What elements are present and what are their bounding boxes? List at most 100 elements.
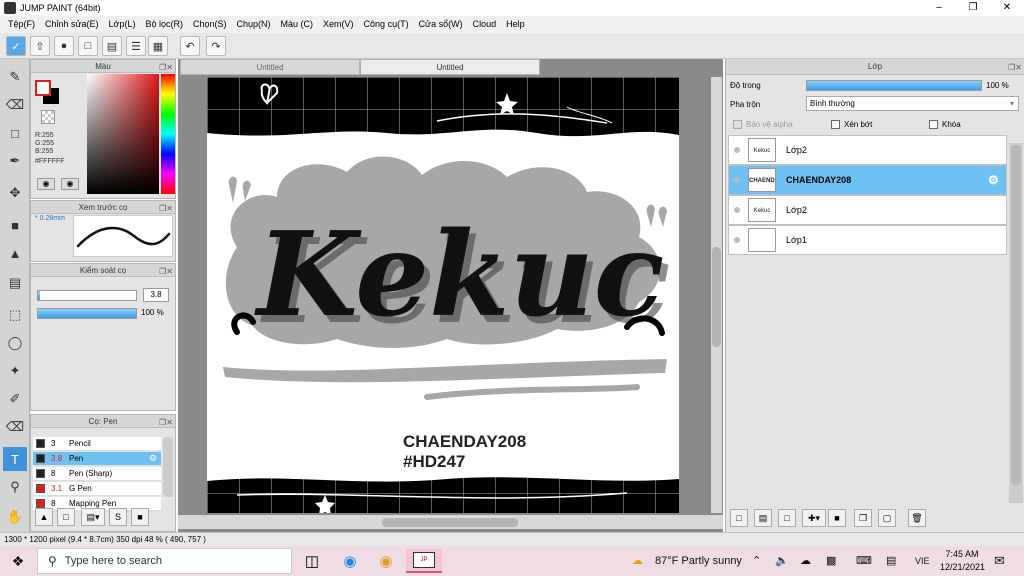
menu-select[interactable]: Chọn(S) (188, 16, 232, 33)
panel-controls-icon[interactable]: ❐✕ (159, 61, 173, 74)
delete-layer-icon[interactable]: 🗑 (908, 509, 926, 527)
magic-pen-tool-icon[interactable]: ✒ (3, 149, 27, 173)
layer-visibility-icon[interactable] (734, 237, 740, 243)
cloud-icon[interactable]: ☁ (800, 546, 811, 576)
select-rect-tool-icon[interactable]: □ (3, 121, 27, 145)
panel-controls-icon[interactable]: ❐✕ (159, 202, 173, 215)
selection-tool-icon[interactable]: ⬚ (3, 303, 27, 327)
layer-visibility-icon[interactable] (734, 147, 740, 153)
weather-icon[interactable]: ☁ (632, 546, 643, 576)
panel-controls-icon[interactable]: ❐✕ (159, 265, 173, 278)
edge-browser-icon[interactable]: ◉ (332, 549, 368, 573)
canvas-vertical-scrollbar[interactable] (711, 77, 722, 513)
new-text-layer-icon[interactable]: □ (778, 509, 796, 527)
layer-row[interactable]: Lớp1 (728, 225, 1007, 255)
new-raster-layer-icon[interactable]: ▤ (754, 509, 772, 527)
brush-tool-icon[interactable]: ✎ (3, 65, 27, 89)
magic-wand-tool-icon[interactable]: ✦ (3, 359, 27, 383)
bucket-tool-icon[interactable]: ▲ (3, 241, 27, 265)
maximize-button[interactable]: ❐ (956, 0, 990, 16)
hue-slider[interactable] (161, 74, 175, 194)
move-tool-icon[interactable]: ✥ (3, 181, 27, 205)
canvas-horizontal-scrollbar[interactable] (178, 515, 723, 529)
brush-opacity-slider[interactable] (37, 308, 137, 319)
clock[interactable]: 7:45 AM 12/21/2021 (940, 548, 985, 574)
menu-filter[interactable]: Bộ lọc(R) (140, 16, 188, 33)
brush-menu-icon[interactable]: ▤▾ (81, 508, 105, 526)
brush-list-scrollbar[interactable] (163, 437, 173, 497)
brush-folder-icon[interactable]: ■ (131, 508, 149, 526)
document-icon[interactable]: ▤ (102, 36, 122, 56)
layer-visibility-icon[interactable] (734, 177, 740, 183)
layer-row[interactable]: Kekuc Lớp2 (728, 195, 1007, 225)
layer-menu-icon[interactable]: ✚▾ (802, 509, 826, 527)
protect-alpha-checkbox[interactable] (733, 120, 742, 129)
menu-layer[interactable]: Lớp(L) (104, 16, 141, 33)
menu-tools[interactable]: Công cụ(T) (359, 16, 414, 33)
layer-list-scrollbar[interactable] (1009, 143, 1023, 503)
minimize-button[interactable]: – (922, 0, 956, 16)
menu-help[interactable]: Help (501, 16, 530, 33)
layer-opacity-slider[interactable] (806, 80, 982, 91)
export-icon[interactable]: ⇧ (30, 36, 50, 56)
lock-checkbox[interactable] (929, 120, 938, 129)
check-icon[interactable]: ✓ (6, 36, 26, 56)
brush-item[interactable]: 3.8 Pen ⚙ (33, 452, 161, 466)
blend-mode-select[interactable]: Bình thường ▾ (806, 96, 1019, 111)
layer-row[interactable]: Kekuc Lớp2 (728, 135, 1007, 165)
menu-view[interactable]: Xem(V) (318, 16, 359, 33)
windows-start-icon[interactable]: ❖ (0, 546, 36, 576)
menu-file[interactable]: Tệp(F) (3, 16, 40, 33)
menu-window[interactable]: Cửa sổ(W) (414, 16, 468, 33)
palette-edit-icon[interactable]: ◉ (61, 178, 79, 190)
keyboard-icon[interactable]: ⌨ (856, 546, 872, 576)
menu-cloud[interactable]: Cloud (468, 16, 502, 33)
list-icon[interactable]: ☰ (126, 36, 146, 56)
tray-chevron-icon[interactable]: ⌃ (752, 546, 761, 576)
redo-icon[interactable]: ↷ (206, 36, 226, 56)
menu-capture[interactable]: Chụp(N) (232, 16, 276, 33)
selection-pen-tool-icon[interactable]: ✐ (3, 387, 27, 411)
chrome-browser-icon[interactable]: ◉ (368, 549, 404, 573)
foreground-color-swatch[interactable] (35, 80, 51, 96)
selection-eraser-tool-icon[interactable]: ⌫ (3, 415, 27, 439)
brush-item[interactable]: 3.1 G Pen (33, 482, 161, 496)
brush-size-value[interactable]: 3.8 (143, 288, 169, 302)
speaker-icon[interactable]: 🔈 (775, 546, 789, 576)
duplicate-layer-icon[interactable]: ❐ (854, 509, 872, 527)
brush-item[interactable]: 3 Pencil (33, 437, 161, 451)
palette-icon[interactable]: ◉ (37, 178, 55, 190)
brush-size-slider[interactable] (37, 290, 137, 301)
notification-icon[interactable]: ✉ (994, 546, 1005, 576)
comment-icon[interactable]: ● (54, 36, 74, 56)
clipboard-icon[interactable]: ▤ (886, 546, 896, 576)
merge-layer-icon[interactable]: ▢ (878, 509, 896, 527)
fill-rect-tool-icon[interactable]: ■ (3, 213, 27, 237)
gear-icon[interactable]: ⚙ (988, 173, 1006, 187)
grid-icon[interactable]: ▦ (148, 36, 168, 56)
tab-untitled-1[interactable]: Untitled (180, 59, 360, 75)
message-icon[interactable]: □ (78, 36, 98, 56)
text-tool-icon[interactable]: T (3, 447, 27, 471)
brush-settings-icon[interactable]: S (109, 508, 127, 526)
undo-icon[interactable]: ↶ (180, 36, 200, 56)
panel-controls-icon[interactable]: ❐✕ (1008, 60, 1022, 76)
language-indicator[interactable]: VIE (915, 546, 930, 576)
task-view-icon[interactable]: ◫ (294, 549, 330, 573)
artwork-canvas[interactable]: Kekuc Kekuc CHAENDAY208 #HD247 (207, 77, 679, 513)
brush-item[interactable]: 8 Pen (Sharp) (33, 467, 161, 481)
taskbar-search[interactable]: ⚲ Type here to search (37, 548, 292, 574)
gradient-tool-icon[interactable]: ▤ (3, 271, 27, 295)
menu-edit[interactable]: Chỉnh sửa(E) (40, 16, 104, 33)
clip-checkbox[interactable] (831, 120, 840, 129)
layer-folder-icon[interactable]: ■ (828, 509, 846, 527)
eraser-tool-icon[interactable]: ⌫ (3, 93, 27, 117)
brush-upload-icon[interactable]: ▲ (35, 508, 53, 526)
transparent-color-icon[interactable] (41, 110, 55, 124)
lasso-tool-icon[interactable]: ◯ (3, 331, 27, 355)
tab-untitled-2[interactable]: Untitled (360, 59, 540, 75)
jump-paint-taskbar-icon[interactable]: JP (406, 549, 442, 573)
gear-icon[interactable]: ⚙ (149, 453, 161, 464)
menu-color[interactable]: Màu (C) (276, 16, 319, 33)
layer-row[interactable]: CHAENDAY CHAENDAY208 ⚙ (728, 165, 1007, 195)
